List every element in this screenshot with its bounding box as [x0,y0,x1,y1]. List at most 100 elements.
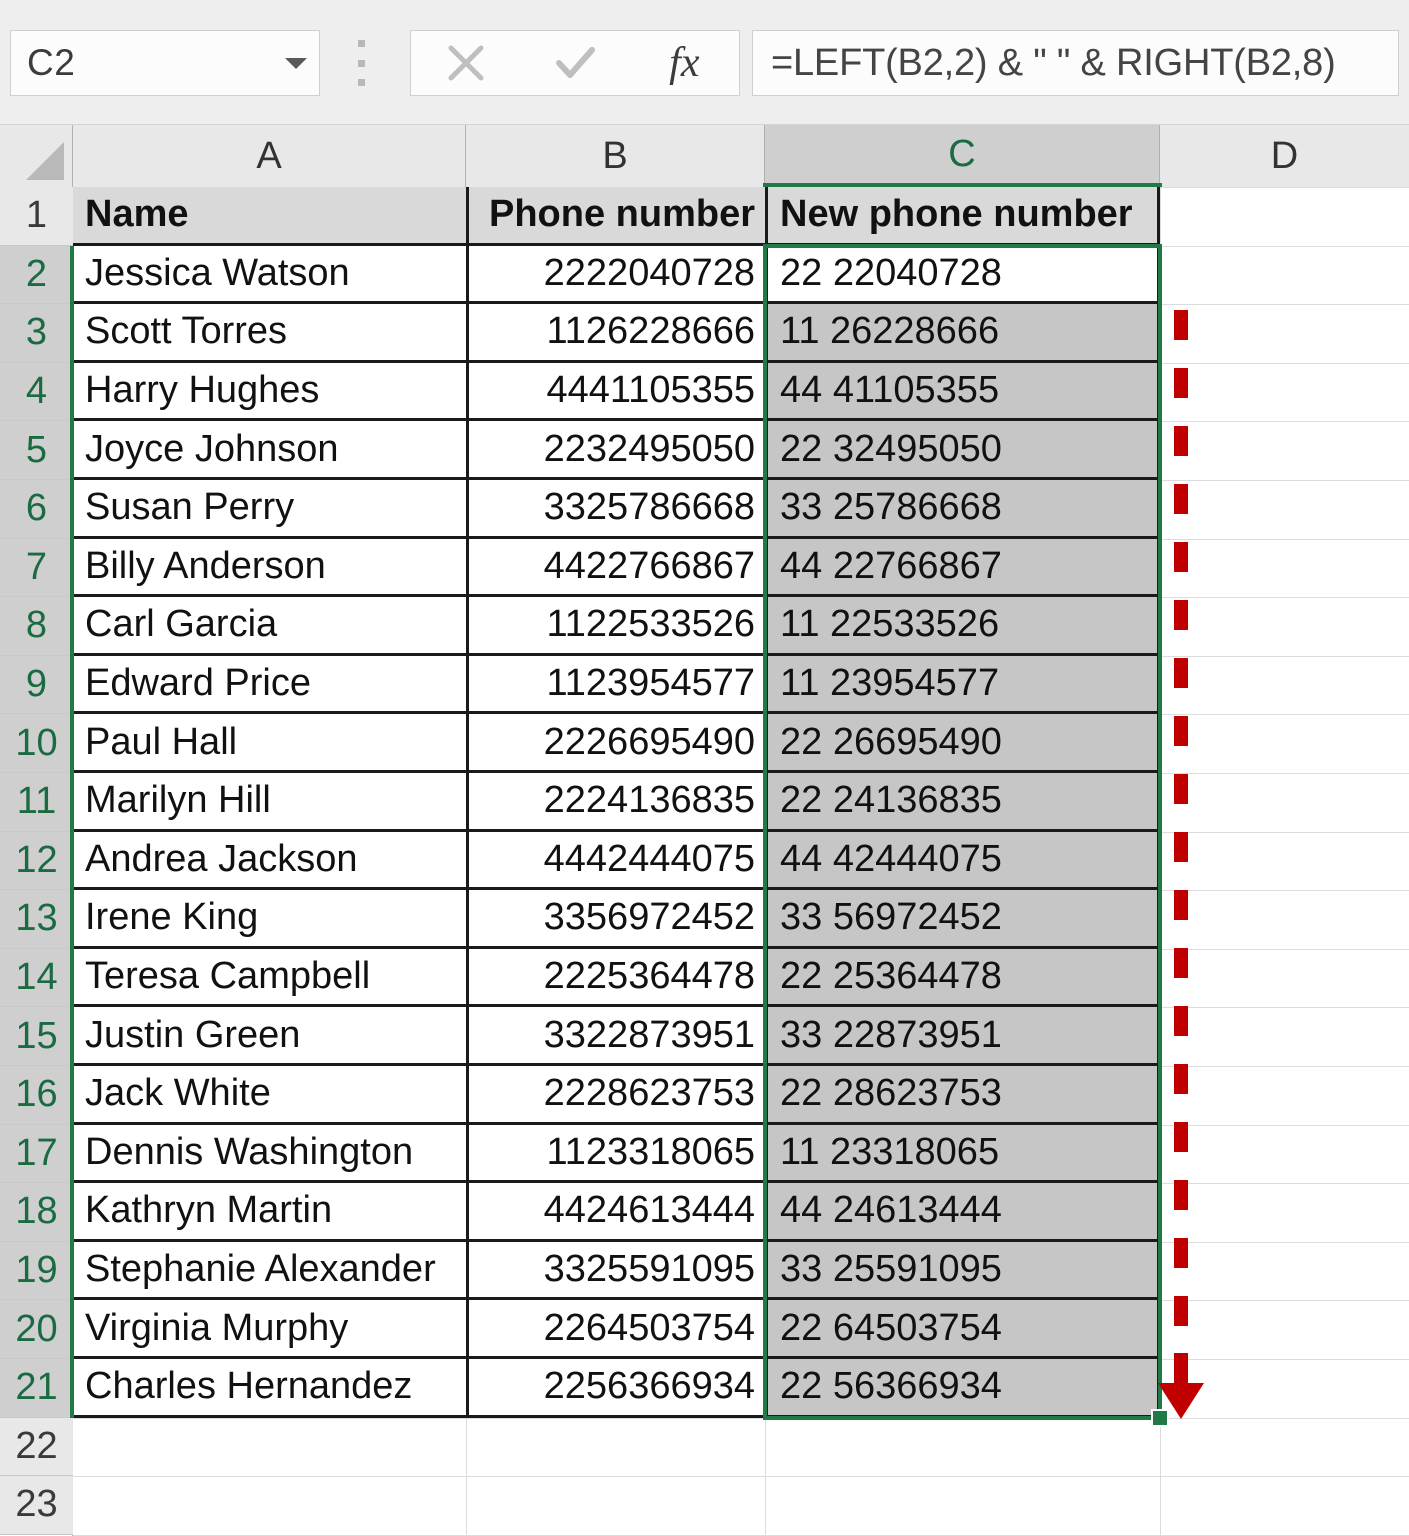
cell-B10[interactable]: 2226695490 [466,714,765,773]
cell-B5[interactable]: 2232495050 [466,421,765,480]
cell-C3[interactable]: 11 26228666 [765,304,1160,363]
cell-A5[interactable]: Joyce Johnson [73,421,466,480]
cell-C6[interactable]: 33 25786668 [765,480,1160,539]
cell-A15[interactable]: Justin Green [73,1007,466,1066]
row-header-2[interactable]: 2 [0,245,73,305]
cell-B11[interactable]: 2224136835 [466,773,765,832]
cell-B4[interactable]: 4441105355 [466,362,765,422]
cell-C5[interactable]: 22 32495050 [765,421,1160,480]
cell-A11[interactable]: Marilyn Hill [73,773,466,832]
row-header-10[interactable]: 10 [0,714,73,773]
column-header-b[interactable]: B [466,125,765,187]
column-header-c[interactable]: C [765,125,1160,187]
cell-A8[interactable]: Carl Garcia [73,597,466,656]
cell-B13[interactable]: 3356972452 [466,890,765,949]
fx-icon[interactable]: fx [630,31,739,95]
cell-B17[interactable]: 1123318065 [466,1124,765,1184]
cell-C13[interactable]: 33 56972452 [765,890,1160,949]
cell-A7[interactable]: Billy Anderson [73,538,466,598]
cell-C7[interactable]: 44 22766867 [765,538,1160,598]
cell-B14[interactable]: 2225364478 [466,948,765,1008]
cell-B3[interactable]: 1126228666 [466,304,765,363]
row-header-14[interactable]: 14 [0,948,73,1008]
cell-A4[interactable]: Harry Hughes [73,362,466,422]
check-icon[interactable] [520,31,629,95]
cell-A21[interactable]: Charles Hernandez [73,1359,466,1418]
row-header-4[interactable]: 4 [0,362,73,422]
cell-C21[interactable]: 22 56366934 [765,1359,1160,1418]
cell-B21[interactable]: 2256366934 [466,1359,765,1418]
fill-handle[interactable] [1151,1408,1169,1427]
cell-A19[interactable]: Stephanie Alexander [73,1241,466,1301]
cell-A14[interactable]: Teresa Campbell [73,948,466,1008]
row-header-1[interactable]: 1 [0,187,73,246]
row-header-label: 14 [15,956,58,999]
cell-A6[interactable]: Susan Perry [73,480,466,539]
row-header-7[interactable]: 7 [0,538,73,598]
cell-A10[interactable]: Paul Hall [73,714,466,773]
cell-A13[interactable]: Irene King [73,890,466,949]
cell-C8[interactable]: 11 22533526 [765,597,1160,656]
cell-C12[interactable]: 44 42444075 [765,831,1160,891]
row-header-6[interactable]: 6 [0,480,73,539]
close-icon[interactable] [411,31,520,95]
cell-B15[interactable]: 3322873951 [466,1007,765,1066]
column-header-a[interactable]: A [73,125,466,187]
cell-A17[interactable]: Dennis Washington [73,1124,466,1184]
formula-input[interactable]: =LEFT(B2,2) & " " & RIGHT(B2,8) [752,30,1399,96]
cell-header-A1[interactable]: Name [73,187,466,246]
row-header-13[interactable]: 13 [0,890,73,949]
cell-C17[interactable]: 11 23318065 [765,1124,1160,1184]
cell-A2[interactable]: Jessica Watson [73,245,466,305]
cell-header-B1[interactable]: Phone number [466,187,765,246]
row-header-15[interactable]: 15 [0,1007,73,1066]
name-box[interactable]: C2 [10,30,320,96]
cell-B7[interactable]: 4422766867 [466,538,765,598]
row-header-22[interactable]: 22 [0,1417,73,1477]
row-header-21[interactable]: 21 [0,1359,73,1418]
cell-B20[interactable]: 2264503754 [466,1300,765,1359]
cell-header-C1[interactable]: New phone number [765,187,1160,246]
row-header-5[interactable]: 5 [0,421,73,480]
cell-B19[interactable]: 3325591095 [466,1241,765,1301]
row-header-16[interactable]: 16 [0,1066,73,1125]
cell-A3[interactable]: Scott Torres [73,304,466,363]
cell-A12[interactable]: Andrea Jackson [73,831,466,891]
column-header-d[interactable]: D [1160,125,1409,187]
cell-B2[interactable]: 2222040728 [466,245,765,305]
row-header-11[interactable]: 11 [0,773,73,832]
cell-B12[interactable]: 4442444075 [466,831,765,891]
row-header-17[interactable]: 17 [0,1124,73,1184]
cell-A16[interactable]: Jack White [73,1066,466,1125]
row-header-18[interactable]: 18 [0,1183,73,1242]
cell-B16[interactable]: 2228623753 [466,1066,765,1125]
cell-C10[interactable]: 22 26695490 [765,714,1160,773]
cell-B9[interactable]: 1123954577 [466,655,765,715]
select-all-corner[interactable] [0,125,73,187]
toolbar-grip-handle[interactable] [352,40,370,86]
cell-B18[interactable]: 4424613444 [466,1183,765,1242]
cell-C19[interactable]: 33 25591095 [765,1241,1160,1301]
cell-C20[interactable]: 22 64503754 [765,1300,1160,1359]
cell-C11[interactable]: 22 24136835 [765,773,1160,832]
cell-C18[interactable]: 44 24613444 [765,1183,1160,1242]
cell-A18[interactable]: Kathryn Martin [73,1183,466,1242]
cell-B6[interactable]: 3325786668 [466,480,765,539]
row-header-9[interactable]: 9 [0,655,73,715]
cell-A20[interactable]: Virginia Murphy [73,1300,466,1359]
cell-B8[interactable]: 1122533526 [466,597,765,656]
cell-C4[interactable]: 44 41105355 [765,362,1160,422]
row-header-20[interactable]: 20 [0,1300,73,1359]
cell-C16[interactable]: 22 28623753 [765,1066,1160,1125]
cell-C9[interactable]: 11 23954577 [765,655,1160,715]
row-header-19[interactable]: 19 [0,1241,73,1301]
row-header-3[interactable]: 3 [0,304,73,363]
row-header-8[interactable]: 8 [0,597,73,656]
chevron-down-icon[interactable] [273,55,319,71]
cell-A9[interactable]: Edward Price [73,655,466,715]
cell-C14[interactable]: 22 25364478 [765,948,1160,1008]
cell-C15[interactable]: 33 22873951 [765,1007,1160,1066]
row-header-23[interactable]: 23 [0,1476,73,1535]
row-header-12[interactable]: 12 [0,831,73,891]
cell-C2[interactable]: 22 22040728 [765,245,1160,305]
